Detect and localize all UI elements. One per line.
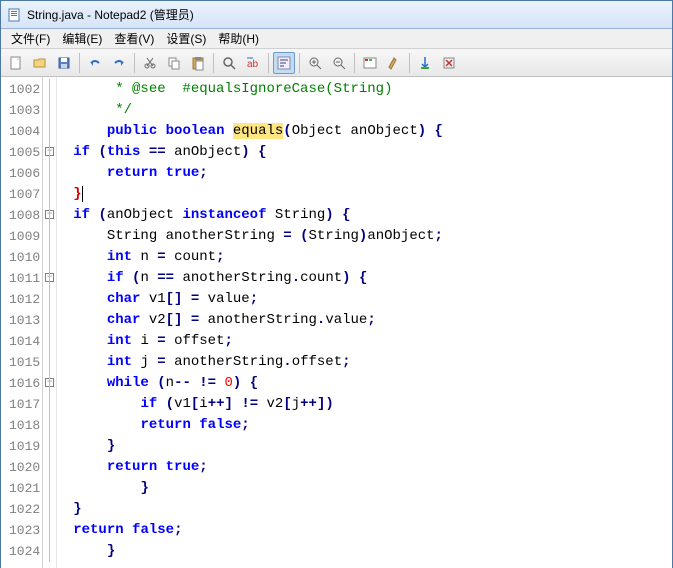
open-button[interactable]: [29, 52, 51, 74]
code-line[interactable]: return false;: [73, 415, 672, 436]
line-number: 1002: [9, 79, 40, 100]
separator: [299, 53, 300, 73]
menu-view[interactable]: 查看(V): [108, 28, 160, 49]
find-button[interactable]: [218, 52, 240, 74]
undo-button[interactable]: [84, 52, 106, 74]
menu-file[interactable]: 文件(F): [5, 28, 56, 49]
code-line[interactable]: return true;: [73, 457, 672, 478]
line-number: 1014: [9, 331, 40, 352]
separator: [79, 53, 80, 73]
save-button[interactable]: [53, 52, 75, 74]
editor[interactable]: 1002100310041005100610071008100910101011…: [1, 77, 672, 568]
code-line[interactable]: if (anObject instanceof String) {: [73, 205, 672, 226]
cut-button[interactable]: [139, 52, 161, 74]
zoomout-button[interactable]: [328, 52, 350, 74]
replace-button[interactable]: ab: [242, 52, 264, 74]
line-number: 1020: [9, 457, 40, 478]
redo-button[interactable]: [108, 52, 130, 74]
code-area[interactable]: * @see #equalsIgnoreCase(String) */ publ…: [57, 77, 672, 568]
code-line[interactable]: }: [73, 499, 672, 520]
code-line[interactable]: return true;: [73, 163, 672, 184]
code-line[interactable]: String anotherString = (String)anObject;: [73, 226, 672, 247]
window-title: String.java - Notepad2 (管理员): [27, 6, 194, 23]
code-line[interactable]: return false;: [73, 520, 672, 541]
code-line[interactable]: public boolean equals(Object anObject) {: [73, 121, 672, 142]
line-number: 1023: [9, 520, 40, 541]
line-number: 1005: [9, 142, 40, 163]
line-number: 1022: [9, 499, 40, 520]
app-icon: [7, 7, 23, 23]
line-number: 1017: [9, 394, 40, 415]
line-number: 1021: [9, 478, 40, 499]
code-line[interactable]: int j = anotherString.offset;: [73, 352, 672, 373]
scheme-button[interactable]: [359, 52, 381, 74]
fold-margin[interactable]: −−−−: [43, 77, 57, 568]
line-number: 1004: [9, 121, 40, 142]
ontop-button[interactable]: [414, 52, 436, 74]
new-button[interactable]: [5, 52, 27, 74]
line-number: 1011: [9, 268, 40, 289]
zoomin-button[interactable]: [304, 52, 326, 74]
code-line[interactable]: */: [73, 100, 672, 121]
code-line[interactable]: if (v1[i++] != v2[j++]): [73, 394, 672, 415]
line-number: 1010: [9, 247, 40, 268]
titlebar: String.java - Notepad2 (管理员): [1, 1, 672, 29]
code-line[interactable]: while (n-- != 0) {: [73, 373, 672, 394]
copy-button[interactable]: [163, 52, 185, 74]
separator: [268, 53, 269, 73]
line-number: 1013: [9, 310, 40, 331]
line-number: 1006: [9, 163, 40, 184]
code-line[interactable]: if (this == anObject) {: [73, 142, 672, 163]
separator: [213, 53, 214, 73]
code-line[interactable]: }: [73, 436, 672, 457]
line-number: 1016: [9, 373, 40, 394]
line-number: 1009: [9, 226, 40, 247]
separator: [409, 53, 410, 73]
menu-edit[interactable]: 编辑(E): [56, 28, 108, 49]
line-number: 1019: [9, 436, 40, 457]
code-line[interactable]: }: [73, 184, 672, 205]
code-line[interactable]: char v1[] = value;: [73, 289, 672, 310]
separator: [134, 53, 135, 73]
code-line[interactable]: * @see #equalsIgnoreCase(String): [73, 79, 672, 100]
line-number: 1015: [9, 352, 40, 373]
line-number: 1024: [9, 541, 40, 562]
code-line[interactable]: }: [73, 541, 672, 562]
code-line[interactable]: }: [73, 478, 672, 499]
menu-settings[interactable]: 设置(S): [160, 28, 212, 49]
custom-button[interactable]: [383, 52, 405, 74]
line-number: 1003: [9, 100, 40, 121]
code-line[interactable]: int n = count;: [73, 247, 672, 268]
code-line[interactable]: int i = offset;: [73, 331, 672, 352]
menu-help[interactable]: 帮助(H): [212, 28, 265, 49]
svg-text:ab: ab: [247, 59, 259, 70]
code-line[interactable]: if (n == anotherString.count) {: [73, 268, 672, 289]
code-line[interactable]: char v2[] = anotherString.value;: [73, 310, 672, 331]
exit-button[interactable]: [438, 52, 460, 74]
wordwrap-button[interactable]: [273, 52, 295, 74]
paste-button[interactable]: [187, 52, 209, 74]
line-number: 1012: [9, 289, 40, 310]
line-number: 1018: [9, 415, 40, 436]
toolbar: ab: [1, 49, 672, 77]
line-number: 1007: [9, 184, 40, 205]
separator: [354, 53, 355, 73]
line-gutter: 1002100310041005100610071008100910101011…: [1, 77, 43, 568]
menubar: 文件(F) 编辑(E) 查看(V) 设置(S) 帮助(H): [1, 29, 672, 49]
line-number: 1008: [9, 205, 40, 226]
